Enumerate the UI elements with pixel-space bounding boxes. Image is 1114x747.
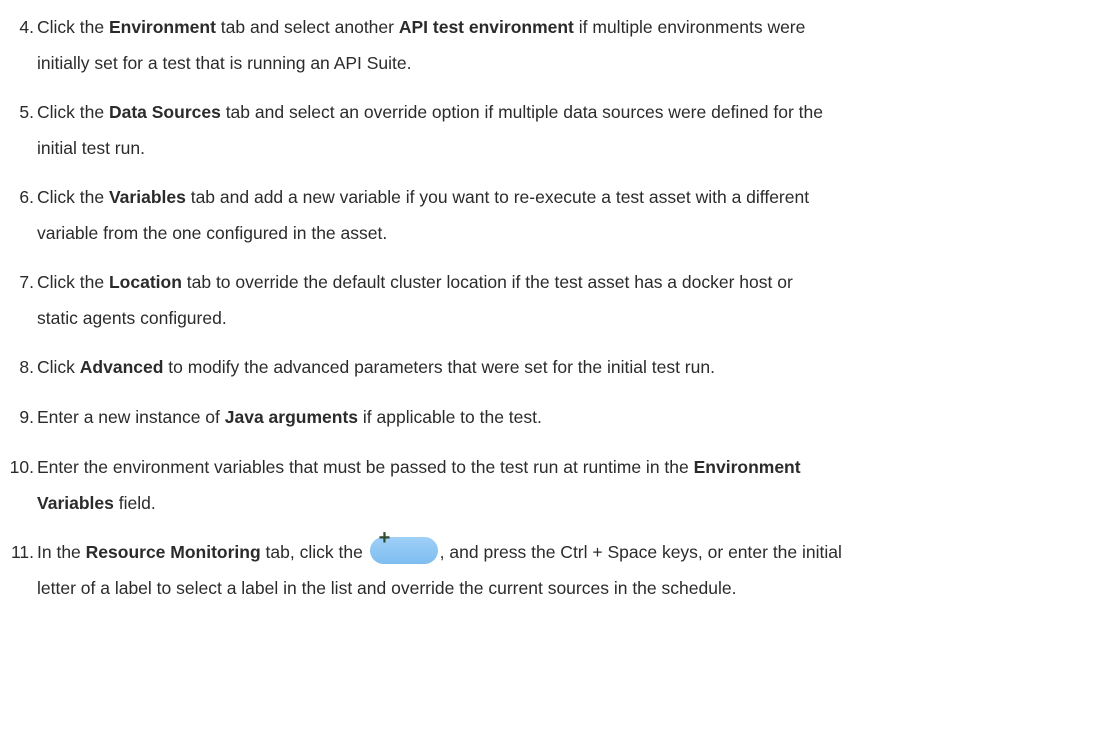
step-line: letter of a label to select a label in t… — [37, 570, 1109, 606]
step-line: initial test run. — [37, 130, 1109, 166]
ui-term: Advanced — [79, 357, 164, 377]
step-number: 6. — [19, 187, 34, 207]
ui-term: Data Sources — [108, 102, 221, 122]
step-line: Enter the environment variables that mus… — [37, 449, 1109, 485]
step-text: In the Resource Monitoring tab, click th… — [37, 528, 1109, 606]
step-text-run: tab, click the — [260, 542, 368, 562]
step-text-run: tab and select an override option if mul… — [220, 102, 823, 122]
step-text-run: initial test run. — [37, 138, 145, 158]
ui-term: Resource Monitoring — [85, 542, 261, 562]
step-text: Enter a new instance of Java arguments i… — [37, 399, 1109, 435]
step-number: 9. — [19, 407, 34, 427]
step-text-run: Click the — [37, 187, 109, 207]
step-text-run: In the — [37, 542, 86, 562]
ui-term: API test environment — [398, 17, 574, 37]
step-text-run: Click the — [37, 17, 109, 37]
step-line: Click Advanced to modify the advanced pa… — [37, 349, 1109, 385]
step-text-run: to modify the advanced parameters that w… — [163, 357, 715, 377]
ui-term: Environment — [693, 457, 801, 477]
step-line: variable from the one configured in the … — [37, 215, 1109, 251]
ui-term: Environment — [108, 17, 216, 37]
step-text-run: if applicable to the test. — [358, 407, 542, 427]
step-text: Click the Data Sources tab and select an… — [37, 94, 1109, 166]
step-number: 8. — [19, 357, 34, 377]
step-text: Click the Location tab to override the d… — [37, 264, 1109, 336]
step-text-run: field. — [113, 493, 156, 513]
step-line: Click the Location tab to override the d… — [37, 264, 1109, 300]
step-text: Enter the environment variables that mus… — [37, 449, 1109, 521]
step-text: Click Advanced to modify the advanced pa… — [37, 349, 1109, 385]
step-line: In the Resource Monitoring tab, click th… — [37, 528, 1109, 570]
ui-term: Java arguments — [224, 407, 359, 427]
step-text-run: Click the — [37, 272, 109, 292]
step-text-run: initially set for a test that is running… — [37, 53, 412, 73]
step-text-run: , and press the Ctrl + Space keys, or en… — [439, 542, 842, 562]
step-text: Click the Variables tab and add a new va… — [37, 179, 1109, 251]
step-text: Click the Environment tab and select ano… — [37, 9, 1109, 81]
plus-icon: + — [378, 527, 391, 549]
step-line: Click the Variables tab and add a new va… — [37, 179, 1109, 215]
step-number: 11. — [10, 542, 34, 562]
ui-term: Variables — [37, 493, 114, 513]
step-text-run: if multiple environments were — [573, 17, 806, 37]
step-line: initially set for a test that is running… — [37, 45, 1109, 81]
step-line: Variables field. — [37, 485, 1109, 521]
step-number: 10. — [9, 457, 34, 477]
step-text-run: letter of a label to select a label in t… — [37, 578, 737, 598]
step-line: Click the Data Sources tab and select an… — [37, 94, 1109, 130]
ui-term: Location — [108, 272, 182, 292]
step-number: 7. — [19, 272, 34, 292]
step-text-run: Click — [37, 357, 80, 377]
step-text-run: tab and add a new variable if you want t… — [185, 187, 810, 207]
step-text-run: Click the — [37, 102, 109, 122]
step-line: Enter a new instance of Java arguments i… — [37, 399, 1109, 435]
step-text-run: variable from the one configured in the … — [37, 223, 388, 243]
step-text-run: tab to override the default cluster loca… — [181, 272, 793, 292]
step-line: static agents configured. — [37, 300, 1109, 336]
ui-term: Variables — [108, 187, 186, 207]
add-button-icon: + — [369, 528, 438, 564]
step-text-run: tab and select another — [215, 17, 399, 37]
step-number: 5. — [19, 102, 34, 122]
step-text-run: static agents configured. — [37, 308, 227, 328]
step-text-run: Enter a new instance of — [37, 407, 225, 427]
step-line: Click the Environment tab and select ano… — [37, 9, 1109, 45]
step-text-run: Enter the environment variables that mus… — [37, 457, 694, 477]
step-number: 4. — [19, 17, 34, 37]
